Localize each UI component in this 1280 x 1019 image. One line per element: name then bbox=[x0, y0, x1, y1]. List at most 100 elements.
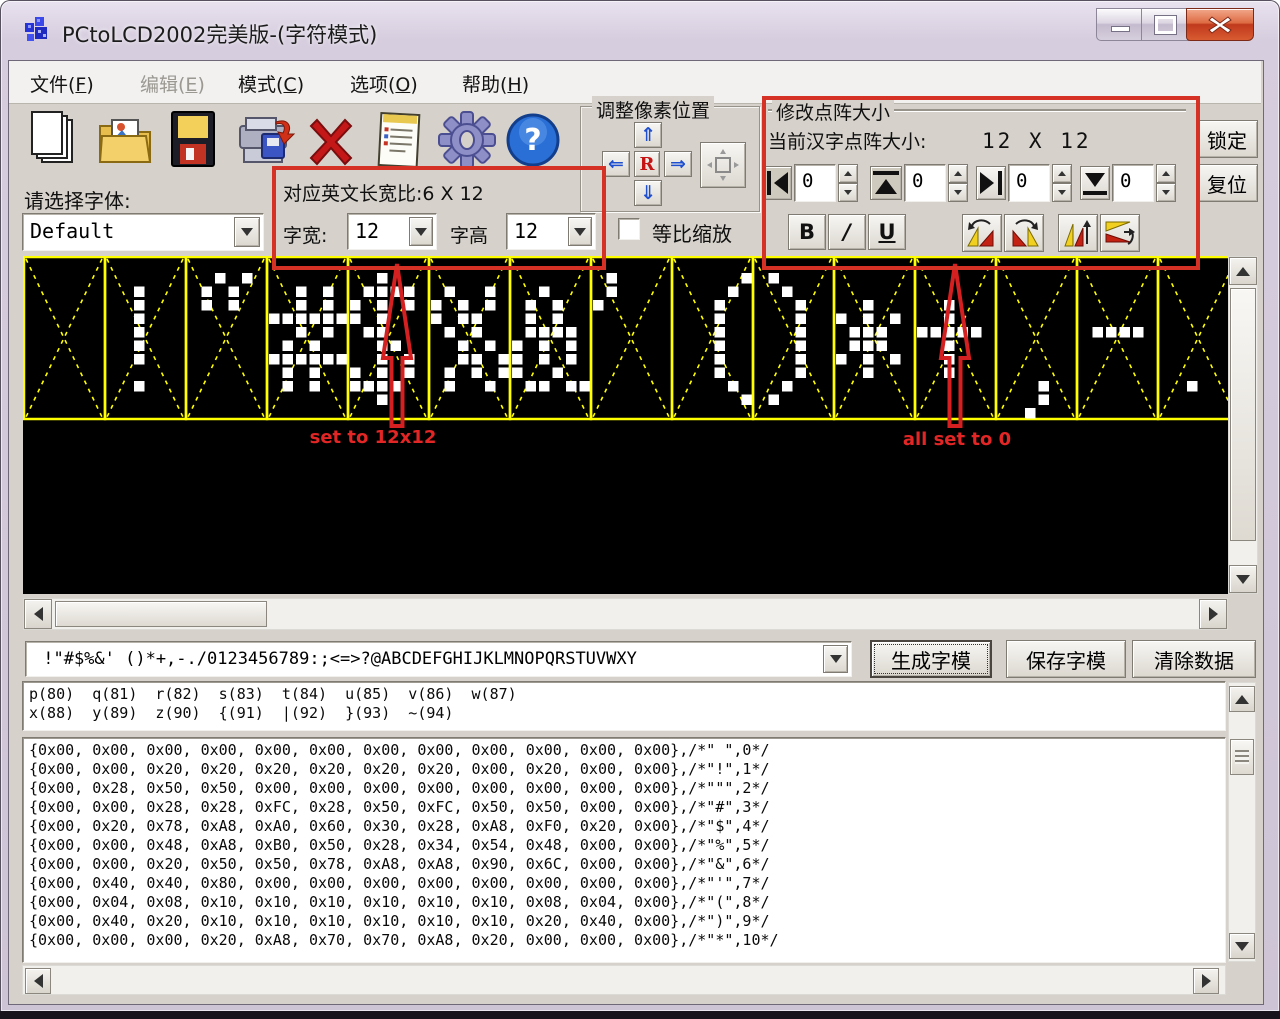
current-size-value: 12 X 12 bbox=[982, 129, 1092, 153]
scroll-down-button[interactable] bbox=[1229, 933, 1255, 959]
open-button[interactable] bbox=[96, 112, 154, 170]
help-button[interactable]: ? bbox=[505, 112, 561, 168]
flip-vertical-button[interactable] bbox=[1058, 214, 1098, 252]
list-line: p(80) q(81) r(82) s(83) t(84) u(85) v(86… bbox=[29, 685, 1219, 704]
generate-button[interactable]: 生成字模 bbox=[870, 640, 992, 678]
scroll-up-button[interactable] bbox=[1229, 257, 1257, 285]
clear-data-button[interactable]: 清除数据 bbox=[1132, 640, 1256, 678]
menu-item-options[interactable]: 选项(O) bbox=[350, 70, 418, 97]
scale-checkbox-label: 等比缩放 bbox=[652, 218, 732, 247]
preview-vscrollbar[interactable] bbox=[1228, 256, 1258, 594]
up-arrow-icon bbox=[1235, 695, 1249, 704]
center-icon bbox=[706, 148, 740, 182]
move-left-button[interactable]: ⇐ bbox=[602, 151, 630, 177]
report-button[interactable] bbox=[372, 110, 426, 170]
hex-output-line: {0x00, 0x00, 0x28, 0x28, 0xFC, 0x28, 0x5… bbox=[29, 798, 1219, 817]
glyph-preview-area[interactable] bbox=[23, 256, 1228, 594]
trim-bottom-button[interactable] bbox=[1080, 166, 1110, 200]
delete-button[interactable] bbox=[303, 114, 359, 170]
menu-item-mode[interactable]: 模式(C) bbox=[238, 70, 304, 97]
close-button[interactable] bbox=[1186, 8, 1254, 41]
left-arrow-icon: ⇐ bbox=[608, 155, 624, 174]
font-select-dropdown-button[interactable] bbox=[234, 217, 260, 247]
matrix-panel-title: 修改点阵大小 bbox=[772, 98, 894, 125]
flip-horizontal-button[interactable] bbox=[1100, 214, 1140, 252]
scroll-thumb[interactable] bbox=[55, 601, 267, 627]
chevron-down-icon bbox=[241, 228, 253, 236]
settings-button[interactable] bbox=[437, 110, 497, 170]
move-up-button[interactable]: ⇑ bbox=[634, 122, 662, 148]
trim-right-button[interactable] bbox=[976, 166, 1006, 200]
scroll-thumb[interactable] bbox=[1230, 288, 1256, 541]
move-right-button[interactable]: ⇒ bbox=[664, 151, 692, 177]
reset-button[interactable]: 复位 bbox=[1196, 164, 1258, 202]
spin-down-icon bbox=[1162, 190, 1170, 195]
spin-down-icon bbox=[1058, 190, 1066, 195]
char-list-box[interactable]: p(80) q(81) r(82) s(83) t(84) u(85) v(86… bbox=[22, 681, 1226, 731]
trim-top-spinner[interactable] bbox=[948, 164, 968, 202]
scroll-left-button[interactable] bbox=[25, 968, 51, 994]
menu-item-edit[interactable]: 编辑(E) bbox=[140, 70, 205, 97]
rotate-left-button[interactable] bbox=[962, 214, 1002, 252]
bold-button[interactable]: B bbox=[788, 214, 826, 250]
hex-output-line: {0x00, 0x20, 0x78, 0xA8, 0xA0, 0x60, 0x3… bbox=[29, 817, 1219, 836]
scroll-right-button[interactable] bbox=[1193, 968, 1219, 994]
underline-button[interactable]: U bbox=[868, 214, 906, 250]
down-arrow-icon: ⇓ bbox=[640, 184, 656, 203]
spin-up-icon bbox=[954, 171, 962, 176]
trim-left-field[interactable]: 0 bbox=[794, 164, 836, 202]
scroll-thumb[interactable] bbox=[1230, 739, 1254, 775]
scale-checkbox[interactable] bbox=[618, 218, 640, 240]
menu-item-file[interactable]: 文件(F) bbox=[30, 70, 94, 97]
hex-vscrollbar[interactable] bbox=[1228, 682, 1256, 962]
scroll-left-button[interactable] bbox=[24, 599, 52, 629]
trim-right-spinner[interactable] bbox=[1052, 164, 1072, 202]
hex-output-line: {0x00, 0x40, 0x20, 0x10, 0x10, 0x10, 0x1… bbox=[29, 912, 1219, 931]
trim-bottom-spinner[interactable] bbox=[1156, 164, 1176, 202]
trim-bottom-field[interactable]: 0 bbox=[1112, 164, 1154, 202]
maximize-button[interactable] bbox=[1141, 8, 1189, 41]
hex-output-line: {0x00, 0x04, 0x08, 0x10, 0x10, 0x10, 0x1… bbox=[29, 893, 1219, 912]
right-arrow-icon bbox=[1209, 607, 1218, 621]
trim-right-field[interactable]: 0 bbox=[1008, 164, 1050, 202]
trim-top-field[interactable]: 0 bbox=[904, 164, 946, 202]
export-button[interactable] bbox=[236, 112, 298, 170]
window-titlebar[interactable]: PCtoLCD2002完美版-(字符模式) bbox=[0, 0, 1280, 60]
lock-button[interactable]: 锁定 bbox=[1196, 120, 1258, 158]
rotate-right-button[interactable] bbox=[1004, 214, 1044, 252]
scroll-right-button[interactable] bbox=[1199, 599, 1227, 629]
scroll-up-button[interactable] bbox=[1229, 686, 1255, 712]
hex-output-box[interactable]: {0x00, 0x00, 0x00, 0x00, 0x00, 0x00, 0x0… bbox=[22, 737, 1226, 963]
italic-label: / bbox=[843, 220, 851, 244]
char-width-dropdown-button[interactable] bbox=[409, 217, 433, 246]
trim-left-value: 0 bbox=[802, 170, 813, 192]
char-width-select[interactable]: 12 bbox=[347, 213, 437, 250]
trim-top-value: 0 bbox=[912, 170, 923, 192]
export-printer-icon bbox=[236, 112, 298, 170]
new-file-button[interactable] bbox=[26, 110, 84, 170]
font-select[interactable]: Default bbox=[22, 213, 264, 251]
italic-button[interactable]: / bbox=[828, 214, 866, 250]
charset-dropdown-button[interactable] bbox=[823, 645, 848, 673]
save-font-button[interactable]: 保存字模 bbox=[1006, 640, 1126, 678]
maximize-icon bbox=[1155, 16, 1176, 34]
char-height-select[interactable]: 12 bbox=[506, 213, 596, 250]
save-button[interactable] bbox=[166, 110, 222, 170]
scroll-down-button[interactable] bbox=[1229, 565, 1257, 593]
char-width-label: 字宽: bbox=[283, 221, 327, 248]
char-height-dropdown-button[interactable] bbox=[568, 217, 592, 246]
preview-hscrollbar[interactable] bbox=[23, 598, 1228, 630]
spin-up-icon bbox=[1162, 171, 1170, 176]
minimize-button[interactable] bbox=[1096, 8, 1144, 41]
trim-left-spinner[interactable] bbox=[838, 164, 858, 202]
hex-output-line: {0x00, 0x28, 0x50, 0x50, 0x00, 0x00, 0x0… bbox=[29, 779, 1219, 798]
reset-position-button[interactable]: R bbox=[634, 151, 660, 177]
charset-combobox[interactable]: !"#$%&' ()*+,-./0123456789:;<=>?@ABCDEFG… bbox=[25, 641, 852, 677]
trim-left-button[interactable] bbox=[764, 166, 792, 200]
trim-top-button[interactable] bbox=[870, 166, 902, 200]
center-glyph-button[interactable] bbox=[700, 142, 746, 188]
move-down-button[interactable]: ⇓ bbox=[634, 180, 662, 206]
menu-item-help[interactable]: 帮助(H) bbox=[462, 70, 529, 97]
hex-hscrollbar[interactable] bbox=[22, 965, 1226, 995]
save-floppy-icon bbox=[166, 110, 222, 170]
